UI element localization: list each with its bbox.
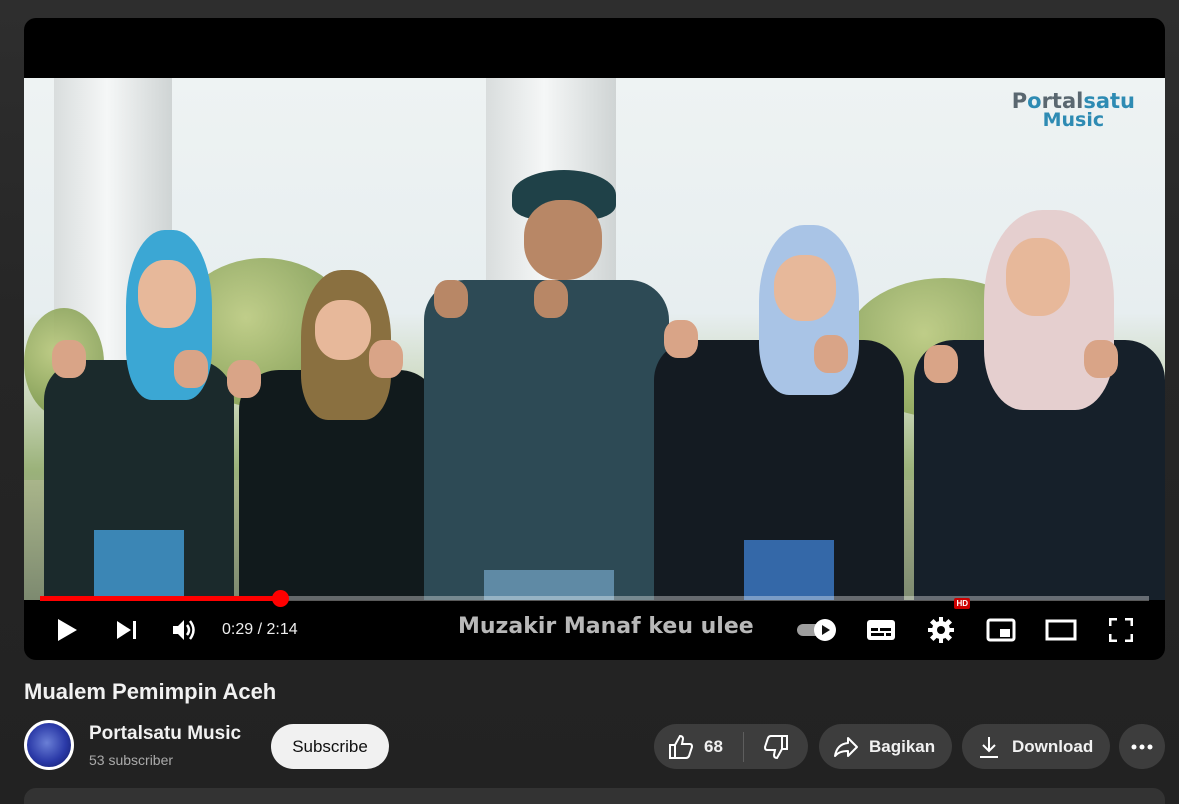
autoplay-icon — [797, 619, 836, 641]
volume-button[interactable] — [170, 608, 200, 652]
subscribe-button[interactable]: Subscribe — [271, 724, 389, 769]
more-actions-button[interactable] — [1119, 724, 1165, 769]
player-controls: 0:29 / 2:14 Muzakir Manaf keu ulee HD — [24, 598, 1165, 652]
theater-mode-button[interactable] — [1044, 608, 1078, 652]
download-icon — [980, 736, 998, 758]
video-frame[interactable]: Portalsatu Music — [24, 78, 1165, 600]
miniplayer-button[interactable] — [984, 608, 1018, 652]
settings-icon — [928, 617, 954, 643]
like-count: 68 — [704, 736, 723, 756]
share-button[interactable]: Bagikan — [819, 724, 952, 769]
video-player[interactable]: Portalsatu Music 0:29 / 2:14 Muzakir Man… — [24, 18, 1165, 660]
more-icon — [1131, 744, 1153, 749]
miniplayer-icon — [986, 618, 1016, 642]
play-icon — [58, 619, 77, 641]
share-label: Bagikan — [869, 736, 936, 756]
progress-fill — [40, 596, 280, 601]
subscriber-count: 53 subscriber — [89, 752, 174, 768]
like-icon — [669, 734, 694, 759]
progress-bar[interactable] — [40, 590, 1149, 607]
person-1 — [34, 230, 234, 600]
share-icon — [834, 736, 858, 757]
hd-badge: HD — [954, 598, 970, 609]
play-button[interactable] — [52, 608, 82, 652]
description-box[interactable] — [24, 788, 1165, 804]
progress-scrubber[interactable] — [271, 590, 289, 607]
fullscreen-icon — [1109, 618, 1133, 642]
subtitles-icon — [867, 620, 895, 640]
person-3 — [424, 170, 669, 600]
autoplay-toggle[interactable] — [794, 608, 840, 652]
next-icon — [117, 621, 136, 639]
settings-button[interactable]: HD — [924, 598, 970, 652]
download-button[interactable]: Download — [962, 724, 1110, 769]
like-button[interactable]: 68 — [654, 734, 743, 760]
channel-watermark: Portalsatu Music — [1011, 89, 1135, 131]
dislike-button[interactable] — [744, 734, 808, 760]
subtitles-button[interactable] — [864, 608, 898, 652]
channel-avatar[interactable] — [24, 720, 74, 770]
channel-name[interactable]: Portalsatu Music — [89, 723, 241, 745]
like-dislike-group: 68 — [654, 724, 808, 769]
time-display: 0:29 / 2:14 — [222, 621, 298, 638]
caption-text: Muzakir Manaf keu ulee — [458, 614, 754, 639]
volume-icon — [173, 620, 195, 640]
download-label: Download — [1012, 736, 1094, 756]
fullscreen-button[interactable] — [1106, 608, 1136, 652]
theater-icon — [1045, 619, 1077, 641]
video-title: Mualem Pemimpin Aceh — [24, 679, 277, 704]
person-5 — [894, 210, 1165, 600]
person-2 — [219, 270, 439, 600]
dislike-icon — [763, 734, 788, 759]
person-4 — [654, 225, 904, 600]
next-button[interactable] — [112, 608, 142, 652]
